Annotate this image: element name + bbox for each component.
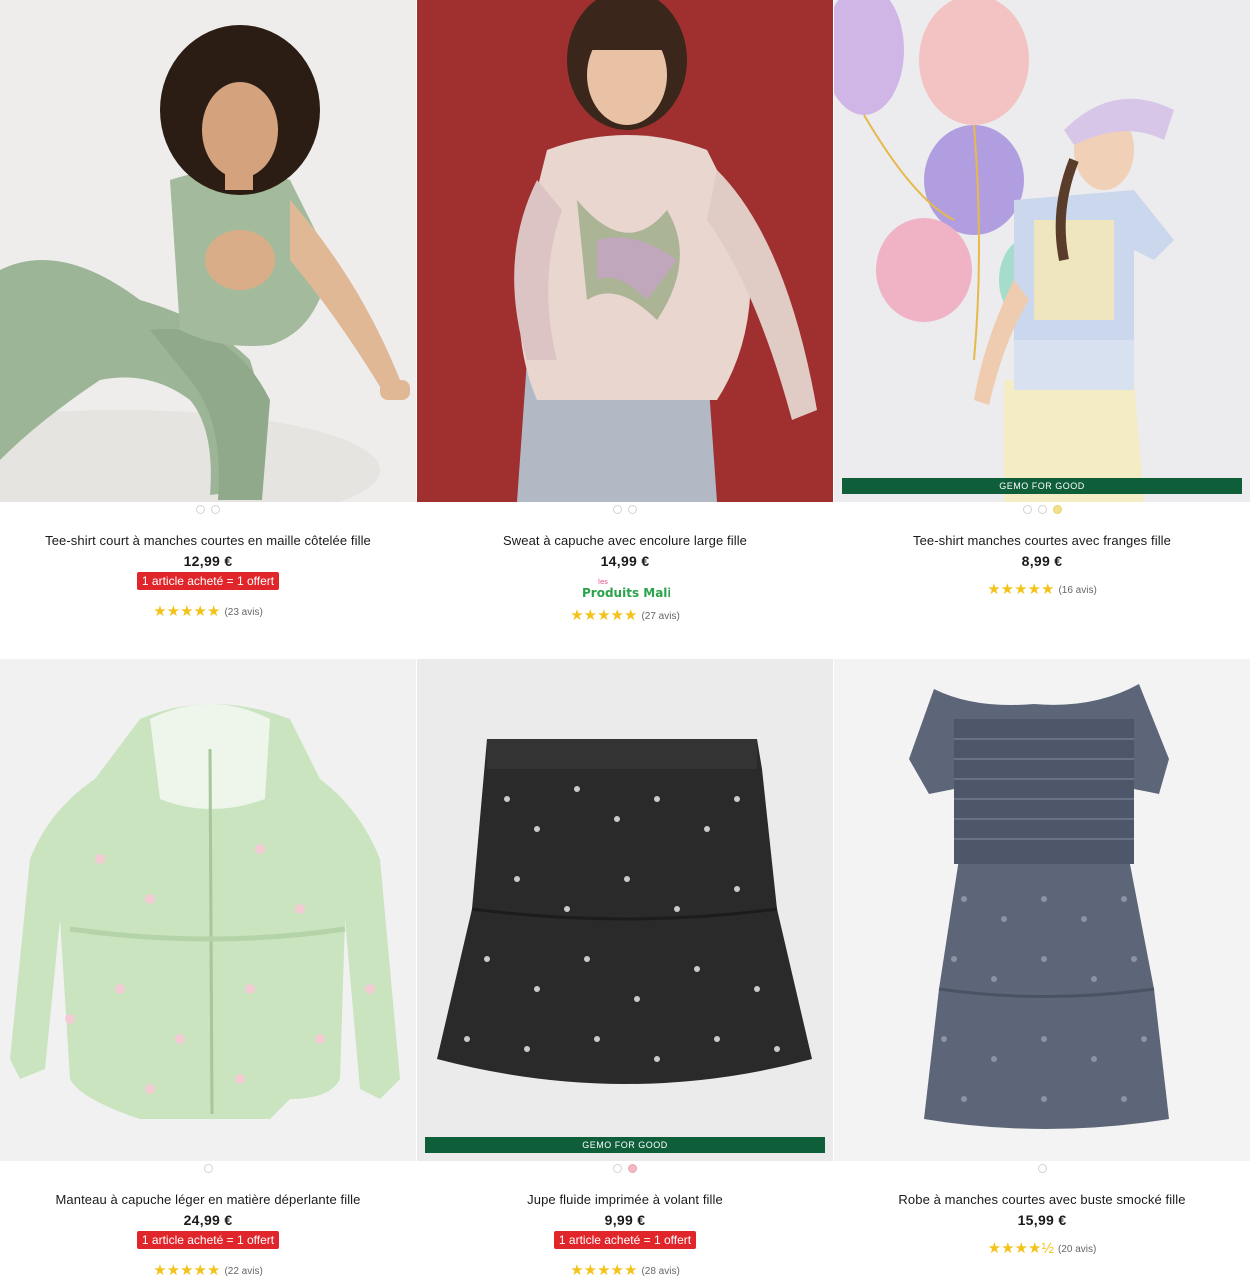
carousel-dot[interactable] [196, 505, 205, 514]
product-price: 14,99 € [600, 553, 650, 569]
product-grid: Tee-shirt court à manches courtes en mai… [0, 0, 1250, 1281]
carousel-dots [0, 505, 416, 515]
product-info: Tee-shirt manches courtes avec franges f… [834, 532, 1250, 598]
carousel-dot[interactable] [628, 505, 637, 514]
carousel-dot[interactable] [1037, 505, 1047, 514]
product-info: Sweat à capuche avec encolure large fill… [417, 532, 833, 624]
star-rating-icon: ★★★★½ [987, 1240, 1054, 1257]
carousel-dots [417, 505, 833, 515]
star-rating-icon: ★★★★★ [153, 603, 221, 620]
carousel-dot[interactable] [1022, 505, 1032, 514]
carousel-dots [417, 1164, 833, 1174]
product-info: Robe à manches courtes avec buste smocké… [834, 1191, 1250, 1257]
carousel-dot[interactable] [203, 1164, 213, 1173]
product-card[interactable]: Manteau à capuche léger en matière déper… [0, 659, 416, 1279]
carousel-dot[interactable] [613, 505, 622, 514]
product-card[interactable]: Sweat à capuche avec encolure large fill… [417, 0, 833, 624]
carousel-dot[interactable] [613, 1164, 622, 1173]
star-rating-icon: ★★★★★ [153, 1262, 221, 1279]
product-photo-smocked-dress [834, 659, 1250, 1161]
product-image[interactable]: GEMO FOR GOOD [834, 0, 1250, 502]
product-price: 24,99 € [183, 1212, 233, 1228]
product-card[interactable]: GEMO FOR GOOD Jupe fluide imprimée à vol… [417, 659, 833, 1279]
review-count: (27 avis) [641, 610, 680, 622]
product-price: 12,99 € [183, 553, 233, 569]
product-card[interactable]: Tee-shirt court à manches courtes en mai… [0, 0, 416, 620]
product-info: Tee-shirt court à manches courtes en mai… [0, 532, 416, 620]
carousel-dot[interactable] [1037, 1164, 1047, 1173]
product-title[interactable]: Manteau à capuche léger en matière déper… [0, 1191, 416, 1209]
product-title[interactable]: Jupe fluide imprimée à volant fille [417, 1191, 833, 1209]
product-photo-printed-skirt [417, 659, 833, 1161]
review-count: (23 avis) [224, 606, 263, 618]
promo-badge: 1 article acheté = 1 offert [136, 572, 280, 590]
product-image[interactable] [0, 659, 416, 1161]
carousel-dot-active[interactable] [628, 1164, 637, 1173]
product-photo-girl-ribbed-set [0, 0, 416, 502]
promo-badge: 1 article acheté = 1 offert [553, 1231, 697, 1249]
product-image[interactable] [417, 0, 833, 502]
rating[interactable]: ★★★★★ (22 avis) [0, 1263, 416, 1279]
rating[interactable]: ★★★★½ (20 avis) [834, 1241, 1250, 1257]
product-title[interactable]: Tee-shirt court à manches courtes en mai… [0, 532, 416, 550]
product-image[interactable] [0, 0, 416, 502]
rating[interactable]: ★★★★★ (23 avis) [0, 604, 416, 620]
star-rating-icon: ★★★★★ [570, 607, 638, 624]
star-rating-icon: ★★★★★ [570, 1262, 638, 1279]
product-info: Jupe fluide imprimée à volant fille 9,99… [417, 1191, 833, 1279]
carousel-dots [834, 505, 1250, 515]
product-title[interactable]: Robe à manches courtes avec buste smocké… [834, 1191, 1250, 1209]
product-image[interactable] [834, 659, 1250, 1161]
product-photo-girl-tie-dye-hoodie [417, 0, 833, 502]
carousel-dot[interactable] [211, 505, 220, 514]
product-card[interactable]: Robe à manches courtes avec buste smocké… [834, 659, 1250, 1257]
review-count: (22 avis) [224, 1265, 263, 1277]
product-title[interactable]: Tee-shirt manches courtes avec franges f… [834, 532, 1250, 550]
review-count: (28 avis) [641, 1265, 680, 1277]
product-info: Manteau à capuche léger en matière déper… [0, 1191, 416, 1279]
produits-malins-logo: les Produits Malins [417, 576, 833, 600]
product-title[interactable]: Sweat à capuche avec encolure large fill… [417, 532, 833, 550]
product-image[interactable]: GEMO FOR GOOD [417, 659, 833, 1161]
product-price: 9,99 € [604, 1212, 646, 1228]
product-photo-girl-fringe-tee-balloons [834, 0, 1250, 502]
review-count: (20 avis) [1057, 1243, 1097, 1255]
rating[interactable]: ★★★★★ (27 avis) [417, 608, 833, 624]
svg-text:les: les [598, 578, 608, 586]
star-rating-icon: ★★★★★ [987, 581, 1055, 598]
gemo-for-good-ribbon: GEMO FOR GOOD [842, 478, 1242, 494]
rating[interactable]: ★★★★★ (16 avis) [834, 582, 1250, 598]
product-photo-light-hooded-jacket [0, 659, 416, 1161]
svg-text:Produits Malins: Produits Malins [582, 586, 670, 600]
review-count: (16 avis) [1058, 584, 1097, 596]
carousel-dots [0, 1164, 416, 1174]
product-card[interactable]: GEMO FOR GOOD Tee-shirt manches courtes … [834, 0, 1250, 598]
promo-badge: 1 article acheté = 1 offert [136, 1231, 280, 1249]
gemo-for-good-ribbon: GEMO FOR GOOD [425, 1137, 825, 1153]
carousel-dots [834, 1164, 1250, 1174]
product-price: 8,99 € [1021, 553, 1063, 569]
rating[interactable]: ★★★★★ (28 avis) [417, 1263, 833, 1279]
carousel-dot-active[interactable] [1052, 505, 1062, 514]
product-price: 15,99 € [1017, 1212, 1067, 1228]
